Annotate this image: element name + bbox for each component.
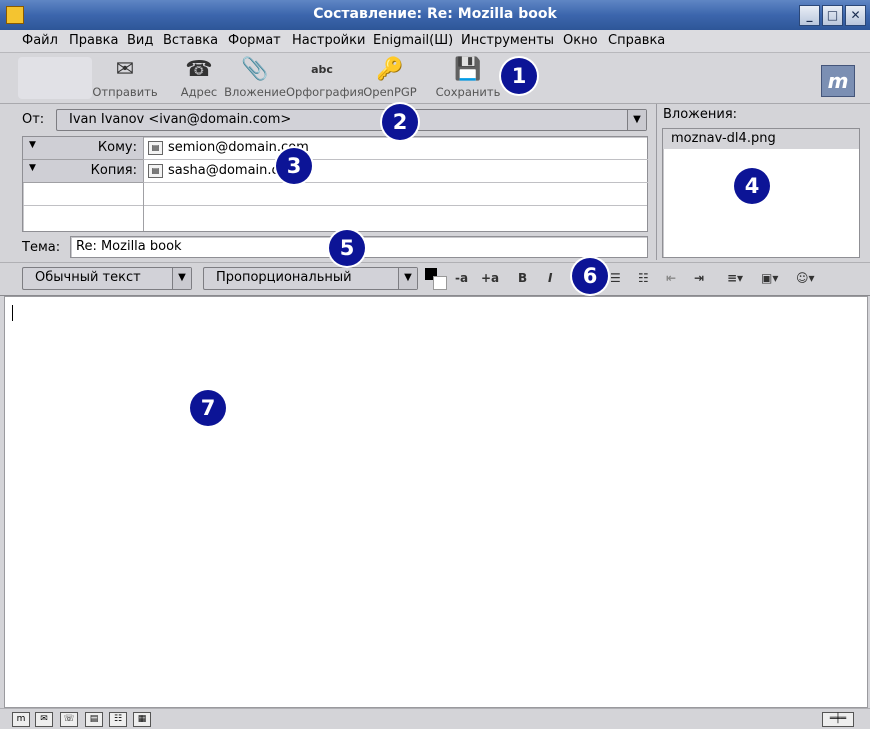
attachments-label: Вложения: (663, 107, 738, 122)
mozilla-throbber-icon[interactable]: m (821, 65, 855, 97)
contact-card-icon: ▤ (148, 164, 163, 178)
from-value: Ivan Ivanov <ivan@domain.com> (69, 112, 292, 127)
compose-logo (18, 57, 92, 99)
chat-icon[interactable]: ☏ (60, 712, 78, 727)
send-button[interactable]: ✉ Отправить (89, 57, 161, 101)
title-bar: Составление: Re: Mozilla book _ □ ✕ (0, 0, 870, 30)
bullet-list-icon[interactable]: ☰ (610, 271, 621, 285)
bold-icon[interactable]: B (518, 271, 527, 285)
from-label: От: (22, 112, 45, 127)
chevron-down-icon: ▼ (172, 268, 191, 289)
paragraph-format-select[interactable]: Обычный текст ▼ (22, 267, 192, 290)
attachment-item[interactable]: moznav-dl4.png (663, 129, 859, 149)
chevron-down-icon: ▼ (29, 140, 36, 150)
send-icon: ✉ (115, 57, 135, 82)
mail-icon[interactable]: ✉ (35, 712, 53, 727)
callout-badge: 4 (734, 168, 770, 204)
toolbar: ✉ Отправить ☎ Адрес 📎 Вложение abc Орфог… (0, 53, 870, 104)
maximize-button[interactable]: □ (822, 5, 843, 26)
address-book-icon: ☎ (185, 57, 213, 82)
calendar-icon[interactable]: ▦ (133, 712, 151, 727)
insert-object-icon[interactable]: ▣▾ (761, 271, 778, 285)
paperclip-icon: 📎 (241, 57, 269, 82)
minimize-button[interactable]: _ (799, 5, 820, 26)
callout-badge: 2 (382, 104, 418, 140)
key-icon: 🔑 (376, 57, 404, 82)
menu-file[interactable]: Файл (22, 33, 58, 48)
window-title: Составление: Re: Mozilla book (313, 6, 557, 22)
menu-view[interactable]: Вид (127, 33, 153, 48)
numbered-list-icon[interactable]: ☷ (638, 271, 649, 285)
callout-badge: 3 (276, 148, 312, 184)
address-book-icon[interactable]: ☷ (109, 712, 127, 727)
callout-badge: 5 (329, 230, 365, 266)
subject-label: Тема: (22, 240, 61, 255)
spell-button[interactable]: abc Орфография (286, 57, 364, 101)
chevron-down-icon: ▼ (29, 163, 36, 173)
menu-format[interactable]: Формат (228, 33, 281, 48)
composer-icon[interactable]: ▤ (85, 712, 103, 727)
menu-settings[interactable]: Настройки (292, 33, 365, 48)
empty-recipient-row[interactable] (23, 183, 647, 206)
indent-icon[interactable]: ⇥ (694, 271, 704, 285)
connection-icon[interactable]: ═╪═ (822, 712, 854, 727)
recipient-type-select[interactable]: ▼ Кому: (23, 137, 143, 160)
save-icon: 💾 (454, 57, 482, 82)
callout-badge: 6 (572, 258, 608, 294)
menu-window[interactable]: Окно (563, 33, 598, 48)
outdent-icon[interactable]: ⇤ (666, 271, 676, 285)
font-select[interactable]: Пропорциональный ▼ (203, 267, 418, 290)
larger-font-icon[interactable]: +a (481, 271, 499, 285)
recipient-row[interactable]: ▤ sasha@domain.com (143, 160, 648, 183)
smiley-icon[interactable]: ☺▾ (796, 271, 815, 285)
text-cursor (12, 305, 13, 321)
recipient-row[interactable]: ▤ semion@domain.com (143, 137, 648, 160)
background-color-icon[interactable] (433, 276, 447, 290)
menu-edit[interactable]: Правка (69, 33, 118, 48)
close-button[interactable]: ✕ (845, 5, 866, 26)
openpgp-button[interactable]: 🔑 OpenPGP (354, 57, 426, 101)
chevron-down-icon: ▼ (627, 110, 646, 130)
menu-insert[interactable]: Вставка (163, 33, 218, 48)
recipients-list: ▼ Кому: ▤ semion@domain.com ▼ Копия: ▤ s… (22, 136, 648, 232)
italic-icon[interactable]: I (548, 271, 552, 285)
menu-help[interactable]: Справка (608, 33, 665, 48)
recipient-type-select[interactable]: ▼ Копия: (23, 160, 143, 183)
from-select[interactable]: Ivan Ivanov <ivan@domain.com> ▼ (56, 109, 647, 131)
column-divider (143, 183, 144, 231)
attach-button[interactable]: 📎 Вложение (219, 57, 291, 101)
callout-badge: 1 (501, 58, 537, 94)
callout-badge: 7 (190, 390, 226, 426)
contact-card-icon: ▤ (148, 141, 163, 155)
status-bar: m ✉ ☏ ▤ ☷ ▦ ═╪═ (0, 708, 870, 729)
smaller-font-icon[interactable]: -a (455, 271, 468, 285)
menu-bar: Файл Правка Вид Вставка Формат Настройки… (0, 30, 870, 53)
chevron-down-icon: ▼ (398, 268, 417, 289)
format-toolbar: Обычный текст ▼ Пропорциональный ▼ -a +a… (0, 262, 870, 296)
spellcheck-icon: abc (311, 63, 333, 76)
menu-enigmail[interactable]: Enigmail(Ш) (373, 33, 453, 48)
message-body-editor[interactable] (4, 296, 868, 708)
mozilla-icon[interactable]: m (12, 712, 30, 727)
align-icon[interactable]: ≡▾ (727, 271, 743, 285)
menu-tools[interactable]: Инструменты (461, 33, 554, 48)
save-button[interactable]: 💾 Сохранить (432, 57, 504, 101)
